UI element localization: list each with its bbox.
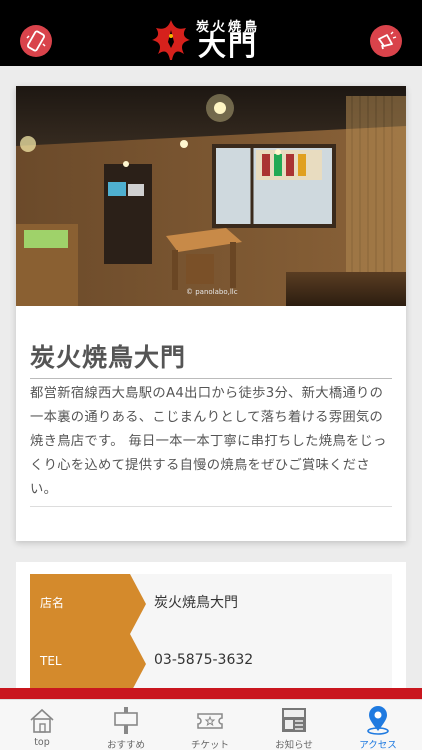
home-icon bbox=[30, 708, 54, 733]
tab-ticket[interactable]: チケット bbox=[168, 700, 252, 750]
bottom-tab-bar: top おすすめ チケット お知らせ アクセス bbox=[0, 699, 422, 750]
shop-logo[interactable]: 炭火焼鳥 大門 bbox=[150, 14, 270, 64]
shop-info-table: 店名 炭火焼鳥大門 TEL 03-5875-3632 bbox=[16, 562, 406, 694]
tab-access[interactable]: アクセス bbox=[336, 700, 420, 750]
label-arrow bbox=[130, 634, 146, 694]
nav-accent-bar bbox=[0, 688, 422, 699]
ticket-icon bbox=[197, 713, 223, 729]
tab-label: チケット bbox=[190, 740, 229, 750]
phoenix-logo-icon bbox=[152, 20, 190, 60]
tab-top[interactable]: top bbox=[0, 700, 84, 750]
signboard-icon bbox=[114, 707, 138, 734]
tab-label: おすすめ bbox=[106, 740, 145, 750]
tab-label: top bbox=[34, 737, 50, 748]
info-row-name: 店名 炭火焼鳥大門 bbox=[30, 574, 392, 634]
info-value-name: 炭火焼鳥大門 bbox=[154, 595, 238, 611]
tab-news[interactable]: お知らせ bbox=[252, 700, 336, 750]
label-arrow bbox=[130, 574, 146, 634]
news-icon bbox=[282, 708, 306, 732]
map-pin-icon bbox=[367, 706, 389, 735]
logo-big-text: 大門 bbox=[198, 29, 259, 62]
info-label: 店名 bbox=[30, 574, 130, 634]
shop-description: 都営新宿線西大島駅のA4出口から徒歩3分、新大橋通りの一本裏の通りある、こじまん… bbox=[30, 386, 387, 497]
divider bbox=[30, 378, 392, 379]
info-label: TEL bbox=[30, 634, 130, 694]
megaphone-button[interactable] bbox=[370, 25, 402, 57]
shop-interior-photo[interactable]: © panolabo,llc bbox=[16, 86, 406, 306]
megaphone-icon bbox=[378, 31, 397, 50]
photo-credit: © panolabo,llc bbox=[186, 288, 238, 296]
divider bbox=[30, 506, 392, 507]
shop-card: © panolabo,llc 炭火焼鳥大門 都営新宿線西大島駅のA4出口から徒歩… bbox=[16, 86, 406, 541]
tab-label: アクセス bbox=[359, 740, 397, 750]
shop-name-heading: 炭火焼鳥大門 bbox=[30, 343, 187, 372]
tab-recommend[interactable]: おすすめ bbox=[84, 700, 168, 750]
phone-icon bbox=[26, 30, 46, 52]
phone-number-link[interactable]: 03-5875-3632 bbox=[154, 652, 253, 668]
tab-label: お知らせ bbox=[275, 740, 313, 750]
app-header: 炭火焼鳥 大門 bbox=[0, 0, 422, 66]
phone-button[interactable] bbox=[20, 25, 52, 57]
info-row-tel[interactable]: TEL 03-5875-3632 bbox=[30, 634, 392, 694]
